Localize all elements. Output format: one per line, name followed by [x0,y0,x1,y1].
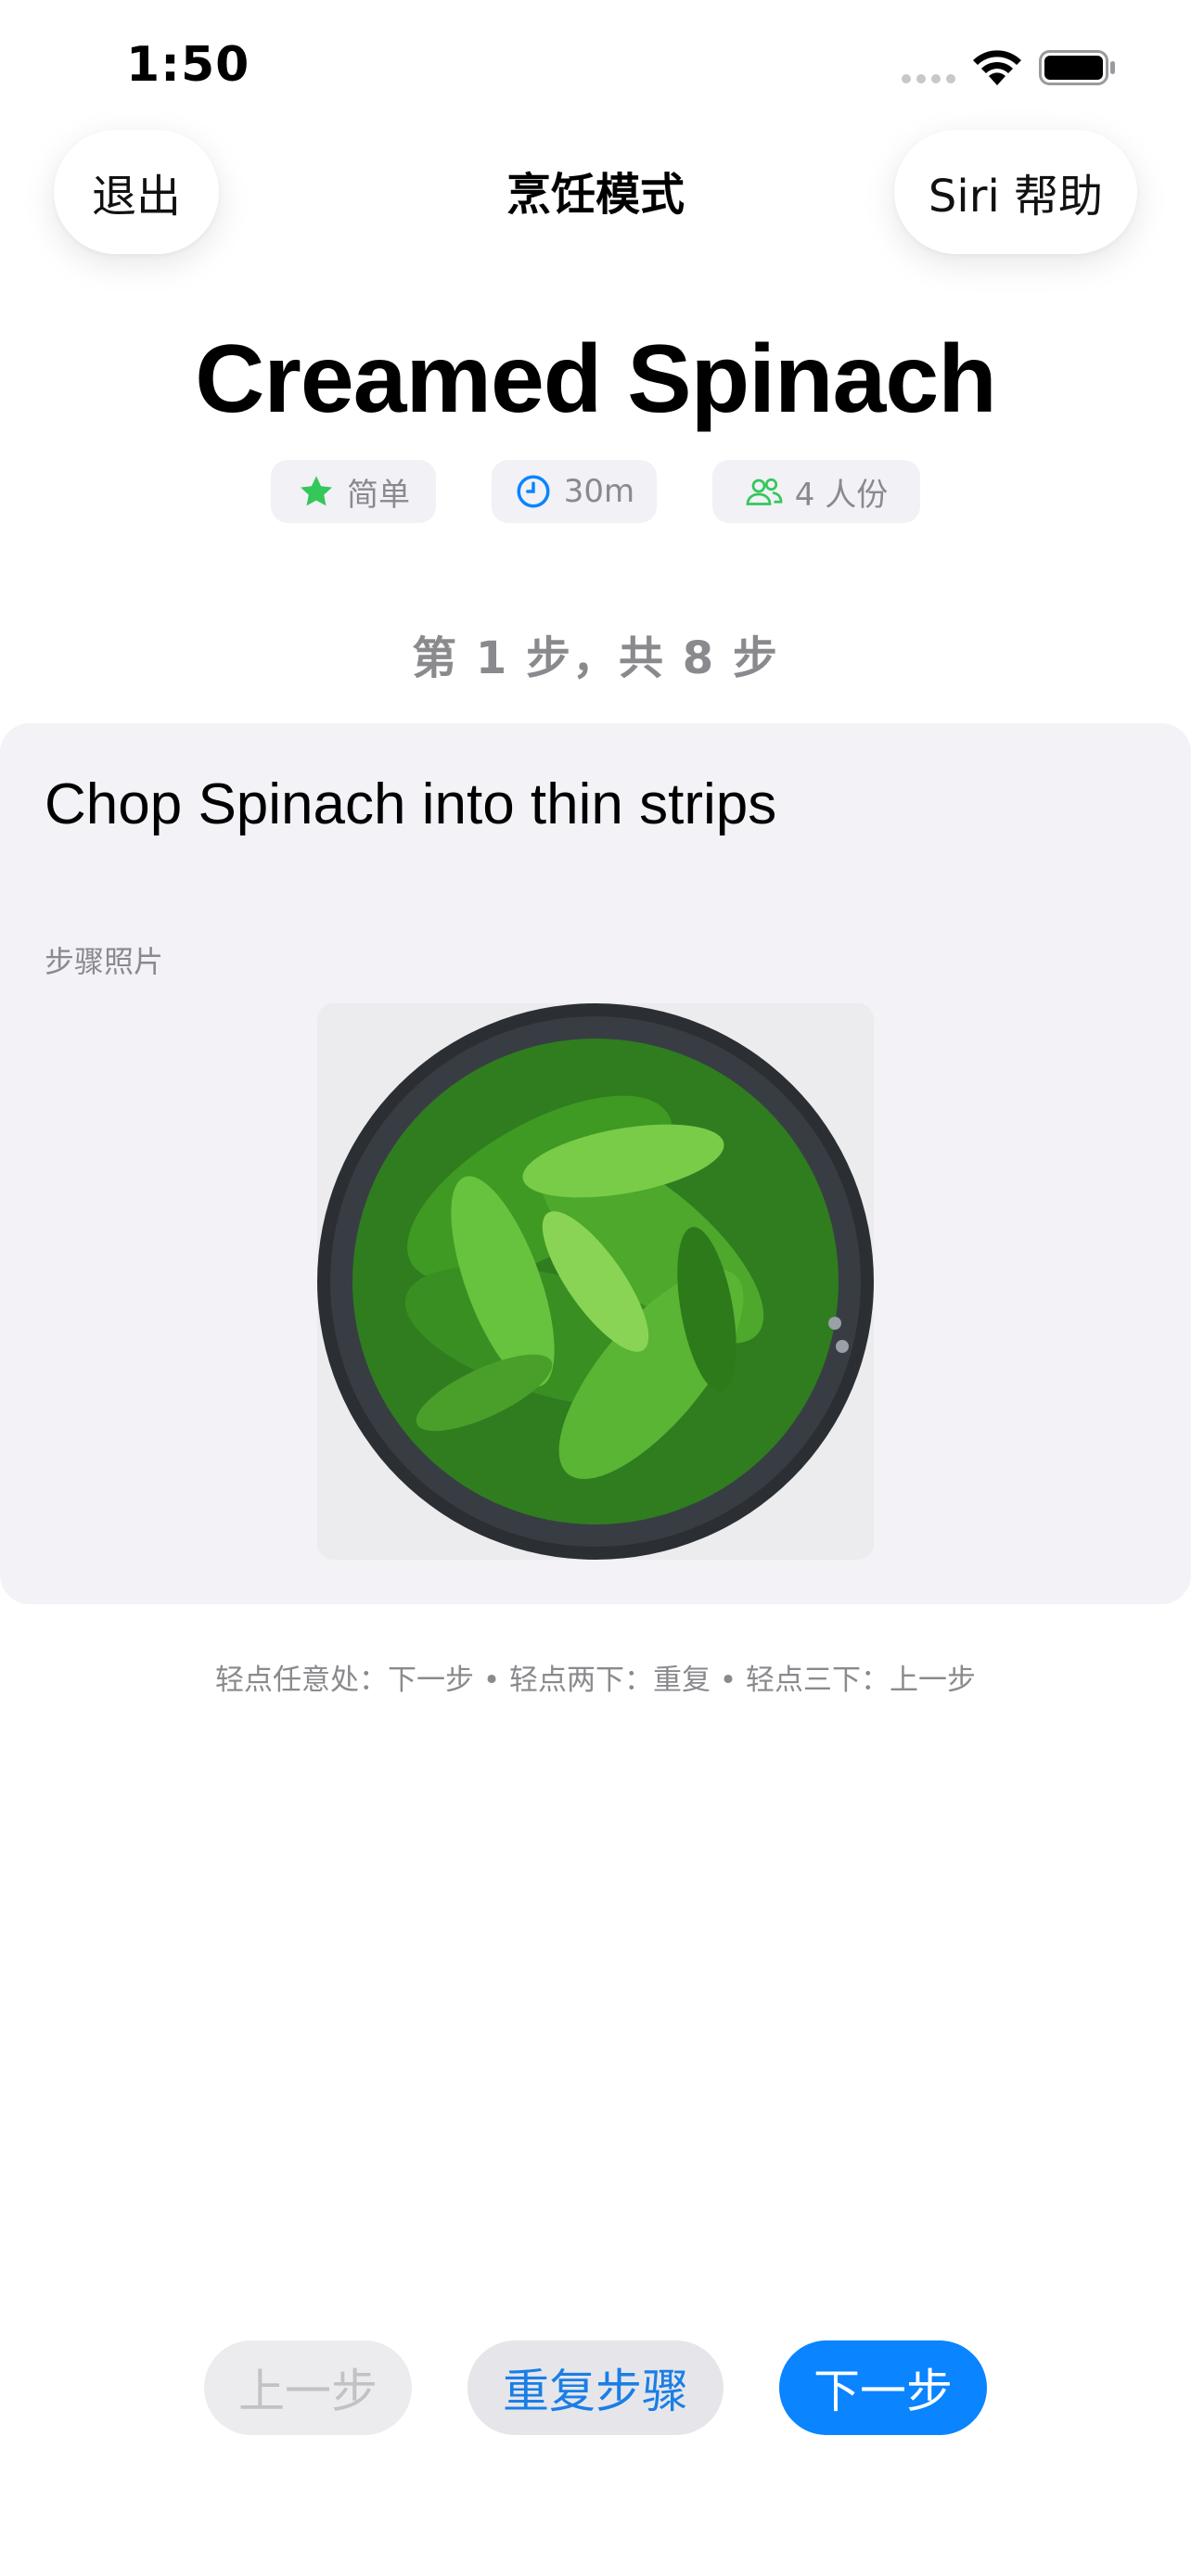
spinach-pan-image [317,1003,874,1560]
battery-icon [1039,50,1115,85]
next-step-button[interactable]: 下一步 [779,2340,987,2435]
difficulty-badge: 简单 [271,460,436,523]
clock-icon [517,475,550,508]
step-photo [317,1003,874,1560]
repeat-step-button[interactable]: 重复步骤 [467,2340,724,2435]
status-time: 1:50 [126,37,250,93]
difficulty-label: 简单 [347,476,410,514]
gesture-hint: 轻点任意处：下一步 • 轻点两下：重复 • 轻点三下：上一步 [215,1664,976,1697]
recipe-title: Creamed Spinach [195,325,997,433]
servings-label: 4 人份 [794,476,889,514]
people-icon [746,478,783,505]
step-instruction: Chop Spinach into thin strips [45,772,777,836]
step-card[interactable]: Chop Spinach into thin strips 步骤照片 [0,723,1191,1604]
previous-step-button[interactable]: 上一步 [204,2340,412,2435]
servings-badge: 4 人份 [712,460,920,523]
status-bar: 1:50 [0,0,1191,111]
cellular-signal-icon [902,74,955,83]
step-indicator: 第 1 步，共 8 步 [412,632,779,684]
time-label: 30m [563,473,635,510]
wifi-icon [973,50,1021,85]
time-badge: 30m [492,460,657,523]
step-photo-label: 步骤照片 [45,944,164,979]
siri-help-button[interactable]: Siri 帮助 [894,130,1137,254]
star-icon [301,476,332,506]
